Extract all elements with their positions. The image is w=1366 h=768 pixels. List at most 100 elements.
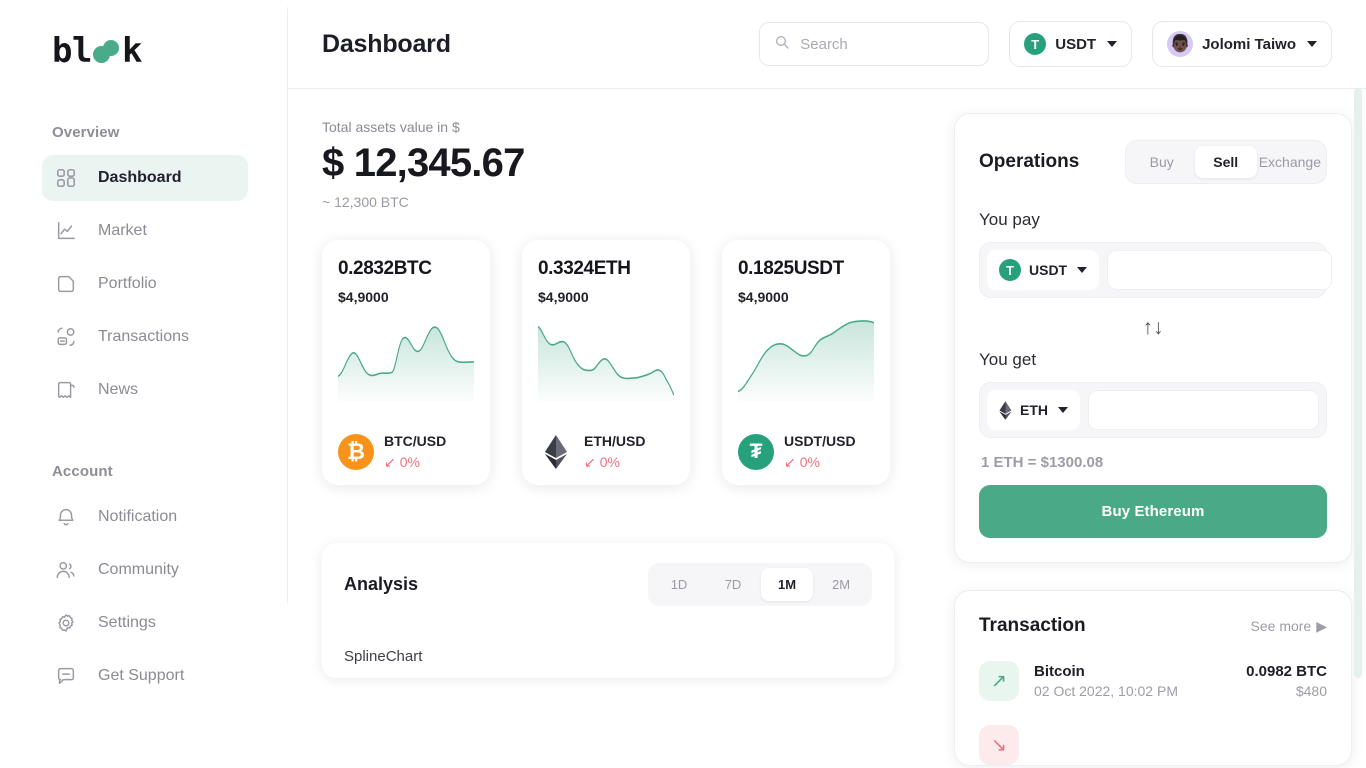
get-amount-input[interactable] (1088, 390, 1319, 430)
range-tab-7d[interactable]: 7D (707, 568, 759, 601)
users-icon (54, 558, 78, 582)
sparkline-area (738, 320, 874, 401)
operations-title: Operations (979, 151, 1080, 172)
analysis-range-tabs: 1D 7D 1M 2M (648, 562, 872, 606)
content-area: Total assets value in $ $ 12,345.67 ~ 12… (288, 89, 1366, 768)
bitcoin-icon: ₿ (338, 433, 374, 470)
crypto-card-usdt[interactable]: 0.1825USDT $4,9000 ₮ USDT/USD ↙ 0% (722, 239, 890, 485)
range-tab-1m[interactable]: 1M (761, 567, 813, 601)
pay-coin-selector[interactable]: T USDT (987, 250, 1100, 290)
see-more-label: See more (1250, 618, 1312, 634)
sidebar-item-label: Portfolio (98, 275, 157, 292)
sidebar-item-portfolio[interactable]: Portfolio (42, 261, 248, 307)
sidebar-item-community[interactable]: Community (42, 547, 248, 593)
crypto-change-value: 0% (799, 454, 820, 471)
crypto-cards-row: 0.2832BTC $4,9000 ₿ BTC/USD ↙ 0% 0.3324E… (322, 239, 922, 485)
search-box[interactable] (759, 22, 990, 66)
analysis-header: Analysis 1D 7D 1M 2M (344, 562, 872, 606)
nav-section-account-title: Account (52, 463, 113, 480)
sidebar-item-label: Settings (98, 614, 156, 631)
crypto-card-footer: ETH/USD ↙ 0% (538, 433, 674, 471)
transactions-icon (54, 325, 78, 349)
pay-coin-label: USDT (1029, 262, 1068, 278)
tether-icon: T (999, 259, 1021, 281)
range-tab-2m[interactable]: 2M (815, 568, 867, 601)
search-input[interactable] (800, 35, 975, 53)
total-assets-label: Total assets value in $ (322, 119, 460, 135)
table-row[interactable]: ↗ Bitcoin 02 Oct 2022, 10:02 PM 0.0982 B… (979, 661, 1327, 701)
search-icon (774, 34, 790, 55)
page-scrollbar-thumb[interactable] (1354, 88, 1362, 678)
analysis-card: Analysis 1D 7D 1M 2M SplineChart (322, 542, 894, 678)
crypto-usd-value: $4,9000 (538, 288, 589, 305)
gear-icon (54, 611, 78, 635)
sidebar-item-notification[interactable]: Notification (42, 494, 248, 540)
tab-sell[interactable]: Sell (1194, 146, 1257, 178)
user-menu[interactable]: 👨🏿 Jolomi Taiwo (1152, 21, 1332, 67)
exchange-rate-text: 1 ETH = $1300.08 (981, 454, 1104, 471)
topbar-actions: T USDT 👨🏿 Jolomi Taiwo (759, 21, 1332, 67)
tab-exchange[interactable]: Exchange (1259, 146, 1321, 178)
chat-minus-icon (54, 664, 78, 688)
tether-icon: ₮ (738, 433, 774, 470)
crypto-usd-value: $4,9000 (738, 288, 789, 305)
sidebar-item-transactions[interactable]: Transactions (42, 314, 248, 360)
chevron-right-icon: ▶ (1316, 617, 1327, 634)
get-coin-label: ETH (1020, 402, 1048, 418)
crypto-amount: 0.1825USDT (738, 257, 844, 279)
crypto-usd-value: $4,9000 (338, 288, 389, 305)
range-tab-1d[interactable]: 1D (653, 568, 705, 601)
right-column: Operations Buy Sell Exchange You pay T U… (954, 89, 1352, 768)
operations-panel: Operations Buy Sell Exchange You pay T U… (954, 113, 1352, 563)
you-get-label: You get (979, 350, 1037, 369)
app-root: bl k Overview Dashboard Market Portfolio… (0, 0, 1366, 768)
sparkline-chart-btc (338, 319, 474, 401)
see-more-link[interactable]: See more ▶ (1251, 618, 1327, 635)
sidebar-item-get-support[interactable]: Get Support (42, 653, 248, 699)
sidebar-item-label: Market (98, 222, 147, 239)
arrow-up-right-icon: ↗ (979, 661, 1019, 701)
app-logo[interactable]: bl k (52, 30, 288, 72)
tab-buy[interactable]: Buy (1131, 146, 1193, 178)
get-coin-selector[interactable]: ETH (987, 390, 1080, 430)
crypto-card-footer: ₮ USDT/USD ↙ 0% (738, 433, 874, 471)
sidebar-item-market[interactable]: Market (42, 208, 248, 254)
transaction-date: 02 Oct 2022, 10:02 PM (1034, 683, 1178, 699)
crypto-card-btc[interactable]: 0.2832BTC $4,9000 ₿ BTC/USD ↙ 0% (322, 239, 490, 485)
transaction-name: Bitcoin (1034, 663, 1085, 680)
arrow-down-right-icon: ↘ (979, 725, 1019, 765)
crypto-change: ↙ 0% (584, 454, 645, 471)
crypto-card-footer: ₿ BTC/USD ↙ 0% (338, 433, 474, 471)
pay-amount-input[interactable] (1107, 250, 1333, 290)
spline-chart-placeholder: SplineChart (344, 647, 423, 665)
sidebar-item-dashboard[interactable]: Dashboard (42, 155, 248, 201)
transaction-title: Transaction (979, 615, 1086, 636)
transaction-amount: 0.0982 BTC (1246, 663, 1327, 680)
crypto-change: ↙ 0% (384, 454, 446, 471)
table-row[interactable]: ↘ (979, 725, 1327, 765)
user-name: Jolomi Taiwo (1202, 35, 1296, 53)
sparkline-chart-usdt (738, 319, 874, 401)
buy-ethereum-button[interactable]: Buy Ethereum (979, 485, 1327, 538)
arrow-down-left-icon: ↙ (384, 453, 396, 470)
sparkline-area (538, 326, 674, 401)
sidebar-item-news[interactable]: News (42, 367, 248, 413)
folder-icon (54, 272, 78, 296)
transaction-panel: Transaction See more ▶ ↗ Bitcoin 02 Oct … (954, 590, 1352, 766)
crypto-pair: ETH/USD (584, 432, 646, 449)
sidebar-item-settings[interactable]: Settings (42, 600, 248, 646)
sidebar-item-label: Dashboard (98, 169, 182, 186)
chevron-down-icon (1077, 267, 1088, 273)
sparkline-chart-eth (538, 319, 674, 401)
crypto-card-eth[interactable]: 0.3324ETH $4,9000 ETH/USD ↙ 0% (522, 239, 690, 485)
swap-direction-icon[interactable]: ↑↓ (979, 316, 1327, 340)
tether-icon: T (1024, 33, 1047, 55)
chevron-down-icon (1107, 41, 1118, 47)
ethereum-icon (538, 434, 574, 470)
arrow-down-left-icon: ↙ (584, 453, 596, 470)
currency-selector[interactable]: T USDT (1009, 21, 1133, 67)
transaction-header: Transaction See more ▶ (979, 615, 1327, 637)
transaction-amount-group: 0.0982 BTC $480 (1246, 663, 1327, 699)
analysis-title: Analysis (344, 573, 419, 594)
crypto-amount: 0.3324ETH (538, 257, 631, 279)
